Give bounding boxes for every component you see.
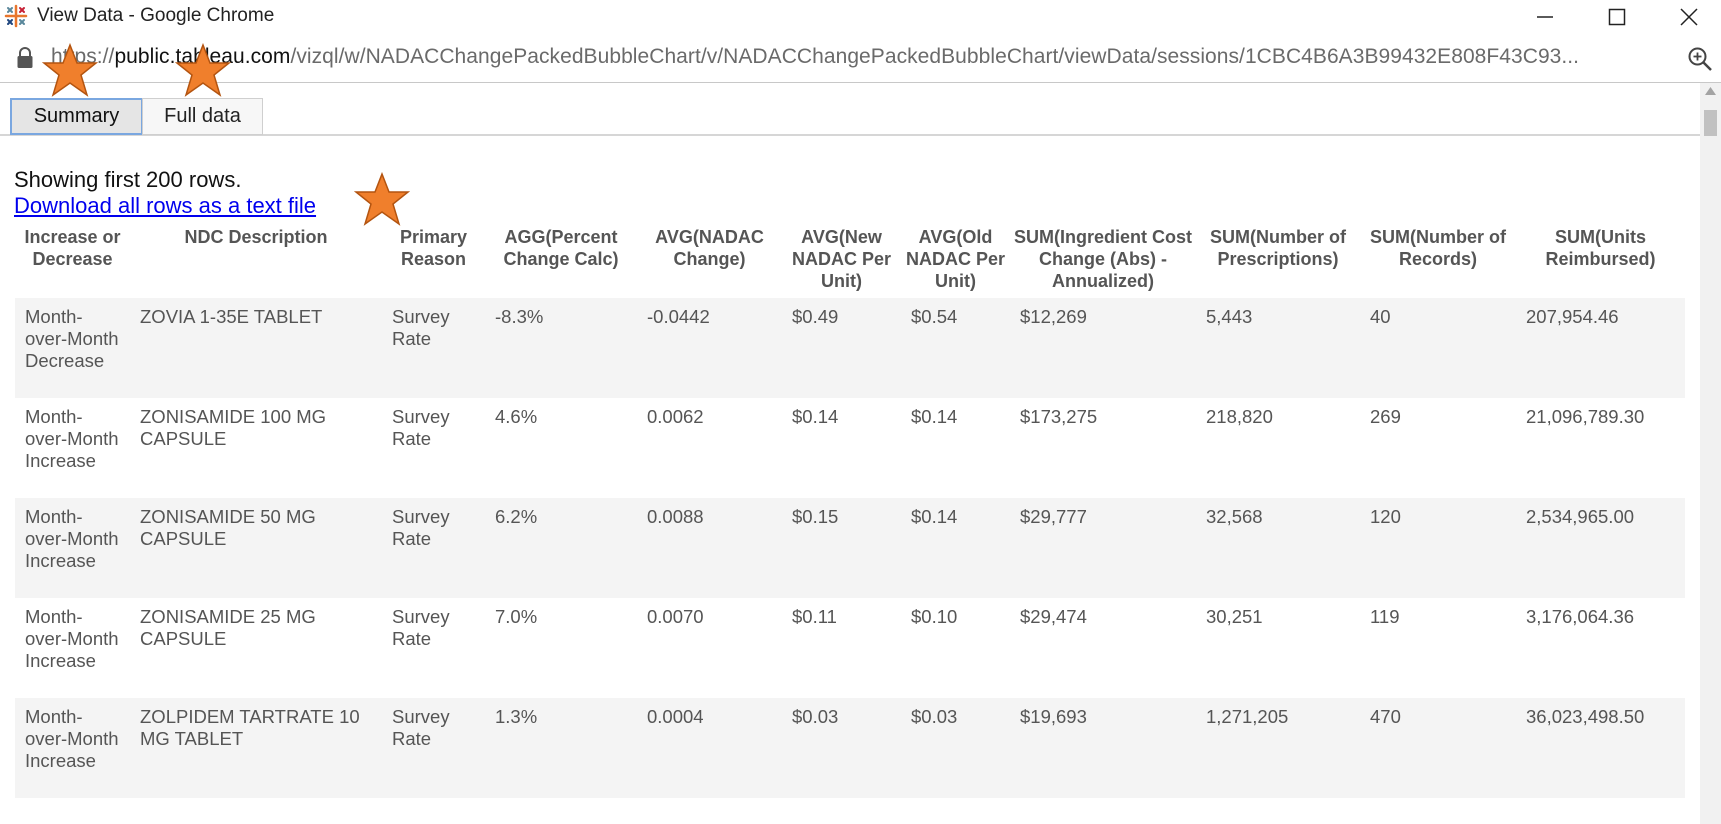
- tableau-logo-icon: [4, 4, 28, 28]
- showing-rows-text: Showing first 200 rows.: [14, 167, 242, 192]
- table-cell: 269: [1360, 398, 1516, 498]
- column-header: SUM(Number of Records): [1370, 227, 1506, 269]
- data-table: Increase or Decrease NDC Description Pri…: [15, 224, 1685, 798]
- table-cell: ZOVIA 1-35E TABLET: [130, 298, 382, 398]
- url-path: /vizql/w/NADACChangePackedBubbleChart/v/…: [290, 45, 1580, 68]
- table-cell: Survey Rate: [382, 498, 485, 598]
- table-cell: $0.03: [901, 698, 1010, 798]
- table-cell: 0.0004: [637, 698, 782, 798]
- table-cell: $0.54: [901, 298, 1010, 398]
- table-cell: Survey Rate: [382, 398, 485, 498]
- table-cell: $0.15: [782, 498, 901, 598]
- table-cell: $0.14: [901, 498, 1010, 598]
- table-cell: 207,954.46: [1516, 298, 1685, 398]
- table-cell: 470: [1360, 698, 1516, 798]
- table-cell: ZONISAMIDE 100 MG CAPSULE: [130, 398, 382, 498]
- star-marker-icon: [175, 43, 231, 97]
- table-cell: 0.0088: [637, 498, 782, 598]
- table-cell: 30,251: [1196, 598, 1360, 698]
- tab-summary[interactable]: Summary: [10, 98, 143, 135]
- scroll-up-arrow-icon[interactable]: [1705, 87, 1716, 95]
- table-cell: 120: [1360, 498, 1516, 598]
- table-cell: 4.6%: [485, 398, 637, 498]
- table-row: Month-over-Month Increase ZOLPIDEM TARTR…: [15, 698, 1685, 798]
- star-marker-icon: [354, 172, 410, 226]
- column-header: Primary Reason: [399, 227, 468, 269]
- table-cell: 21,096,789.30: [1516, 398, 1685, 498]
- table-cell: Survey Rate: [382, 298, 485, 398]
- table-cell: Month-over-Month Increase: [15, 398, 130, 498]
- vertical-scrollbar[interactable]: [1700, 83, 1721, 824]
- table-cell: 7.0%: [485, 598, 637, 698]
- table-cell: 36,023,498.50: [1516, 698, 1685, 798]
- minimize-icon: [1537, 15, 1553, 18]
- table-cell: $19,693: [1010, 698, 1196, 798]
- table-cell: ZONISAMIDE 25 MG CAPSULE: [130, 598, 382, 698]
- table-cell: $12,269: [1010, 298, 1196, 398]
- table-row: Month-over-Month Increase ZONISAMIDE 25 …: [15, 598, 1685, 698]
- table-cell: Month-over-Month Decrease: [15, 298, 130, 398]
- table-cell: Survey Rate: [382, 598, 485, 698]
- table-header-row: Increase or Decrease NDC Description Pri…: [15, 224, 1685, 298]
- table-row: Month-over-Month Increase ZONISAMIDE 100…: [15, 398, 1685, 498]
- table-cell: 3,176,064.36: [1516, 598, 1685, 698]
- tab-full-data[interactable]: Full data: [142, 98, 263, 135]
- close-button[interactable]: [1661, 0, 1717, 33]
- table-cell: 1.3%: [485, 698, 637, 798]
- view-data-tabs: Summary Full data: [0, 83, 1700, 136]
- table-cell: -8.3%: [485, 298, 637, 398]
- table-cell: 5,443: [1196, 298, 1360, 398]
- close-icon: [1680, 7, 1698, 26]
- table-cell: ZONISAMIDE 50 MG CAPSULE: [130, 498, 382, 598]
- table-cell: $0.14: [901, 398, 1010, 498]
- column-header: NDC Description: [184, 227, 328, 247]
- table-cell: 119: [1360, 598, 1516, 698]
- table-cell: $0.11: [782, 598, 901, 698]
- table-cell: $29,777: [1010, 498, 1196, 598]
- table-cell: ZOLPIDEM TARTRATE 10 MG TABLET: [130, 698, 382, 798]
- table-cell: 2,534,965.00: [1516, 498, 1685, 598]
- window-titlebar: View Data - Google Chrome: [0, 0, 1721, 33]
- column-header: SUM(Number of Prescriptions): [1210, 227, 1346, 269]
- table-cell: $0.03: [782, 698, 901, 798]
- scrollbar-thumb[interactable]: [1704, 110, 1717, 136]
- table-cell: $29,474: [1010, 598, 1196, 698]
- column-header: SUM(Ingredient Cost Change (Abs) - Annua…: [1014, 227, 1192, 291]
- download-all-rows-link[interactable]: Download all rows as a text file: [14, 193, 316, 219]
- table-cell: 32,568: [1196, 498, 1360, 598]
- table-cell: 0.0062: [637, 398, 782, 498]
- url-text[interactable]: https://public.tableau.com/vizql/w/NADAC…: [51, 45, 1579, 69]
- table-cell: 6.2%: [485, 498, 637, 598]
- maximize-button[interactable]: [1589, 0, 1645, 33]
- column-header: AVG(New NADAC Per Unit): [791, 227, 892, 291]
- table-row: Month-over-Month Decrease ZOVIA 1-35E TA…: [15, 298, 1685, 398]
- table-cell: Month-over-Month Increase: [15, 698, 130, 798]
- table-cell: 218,820: [1196, 398, 1360, 498]
- table-cell: 40: [1360, 298, 1516, 398]
- column-header: AVG(NADAC Change): [655, 227, 764, 269]
- table-cell: $0.10: [901, 598, 1010, 698]
- maximize-icon: [1608, 8, 1626, 25]
- table-cell: $173,275: [1010, 398, 1196, 498]
- table-cell: 1,271,205: [1196, 698, 1360, 798]
- table-cell: 0.0070: [637, 598, 782, 698]
- lock-icon: [17, 47, 33, 68]
- table-row: Month-over-Month Increase ZONISAMIDE 50 …: [15, 498, 1685, 598]
- column-header: AGG(Percent Change Calc): [503, 227, 619, 269]
- table-cell: Month-over-Month Increase: [15, 598, 130, 698]
- table-cell: Survey Rate: [382, 698, 485, 798]
- address-bar[interactable]: https://public.tableau.com/vizql/w/NADAC…: [0, 33, 1721, 83]
- table-cell: -0.0442: [637, 298, 782, 398]
- star-marker-icon: [42, 43, 98, 97]
- column-header: AVG(Old NADAC Per Unit): [905, 227, 1006, 291]
- table-cell: Month-over-Month Increase: [15, 498, 130, 598]
- zoom-icon[interactable]: [1687, 46, 1713, 72]
- table-cell: $0.49: [782, 298, 901, 398]
- minimize-button[interactable]: [1517, 0, 1573, 33]
- window-title: View Data - Google Chrome: [37, 5, 275, 26]
- table-cell: $0.14: [782, 398, 901, 498]
- column-header: Increase or Decrease: [24, 227, 121, 269]
- column-header: SUM(Units Reimbursed): [1545, 227, 1656, 269]
